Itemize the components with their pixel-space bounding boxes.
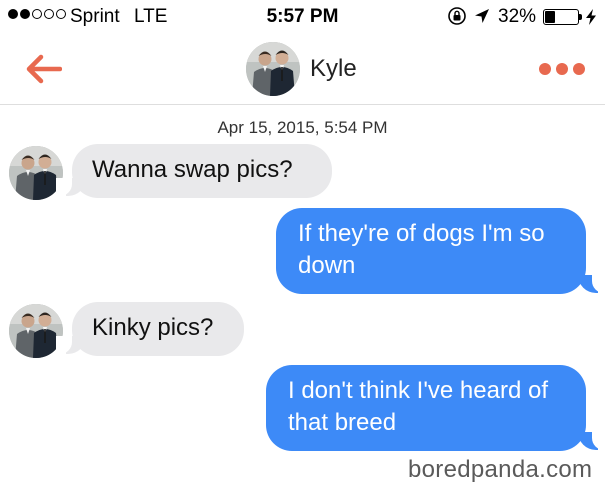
location-arrow-icon xyxy=(475,9,489,23)
contact-avatar[interactable] xyxy=(246,42,300,96)
message-text-line: down xyxy=(298,252,356,279)
avatar-photo xyxy=(246,42,300,96)
status-bar: Sprint LTE 5:57 PM 32% xyxy=(0,0,605,34)
avatar-photo xyxy=(9,146,63,200)
message-timestamp: Apr 15, 2015, 5:54 PM xyxy=(217,118,388,137)
charging-bolt-icon xyxy=(586,9,596,25)
conversation-header: Kyle xyxy=(0,34,605,105)
incoming-message-bubble[interactable]: Wanna swap pics? xyxy=(72,144,332,198)
sender-avatar[interactable] xyxy=(9,304,63,358)
message-text-line: that breed xyxy=(288,409,397,436)
outgoing-message-bubble[interactable]: If they're of dogs I'm so down xyxy=(276,208,586,294)
more-options-icon[interactable] xyxy=(538,62,586,76)
message-text-line: If they're of dogs I'm so xyxy=(298,220,545,247)
battery-percent: 32% xyxy=(498,6,537,27)
watermark-text: boredpanda.com xyxy=(408,456,593,483)
battery-icon xyxy=(543,9,579,25)
outgoing-message-bubble[interactable]: I don't think I've heard of that breed xyxy=(266,365,586,451)
back-arrow-icon[interactable] xyxy=(24,54,62,84)
incoming-message-bubble[interactable]: Kinky pics? xyxy=(72,302,244,356)
battery-level-fill xyxy=(545,11,555,23)
battery-terminal xyxy=(579,14,582,20)
rotation-lock-icon xyxy=(448,7,466,25)
contact-name[interactable]: Kyle xyxy=(310,55,357,83)
sender-avatar[interactable] xyxy=(9,146,63,200)
message-text: Kinky pics? xyxy=(92,314,214,341)
message-text-line: I don't think I've heard of xyxy=(288,377,548,404)
avatar-photo xyxy=(9,304,63,358)
message-text: Wanna swap pics? xyxy=(92,156,293,183)
